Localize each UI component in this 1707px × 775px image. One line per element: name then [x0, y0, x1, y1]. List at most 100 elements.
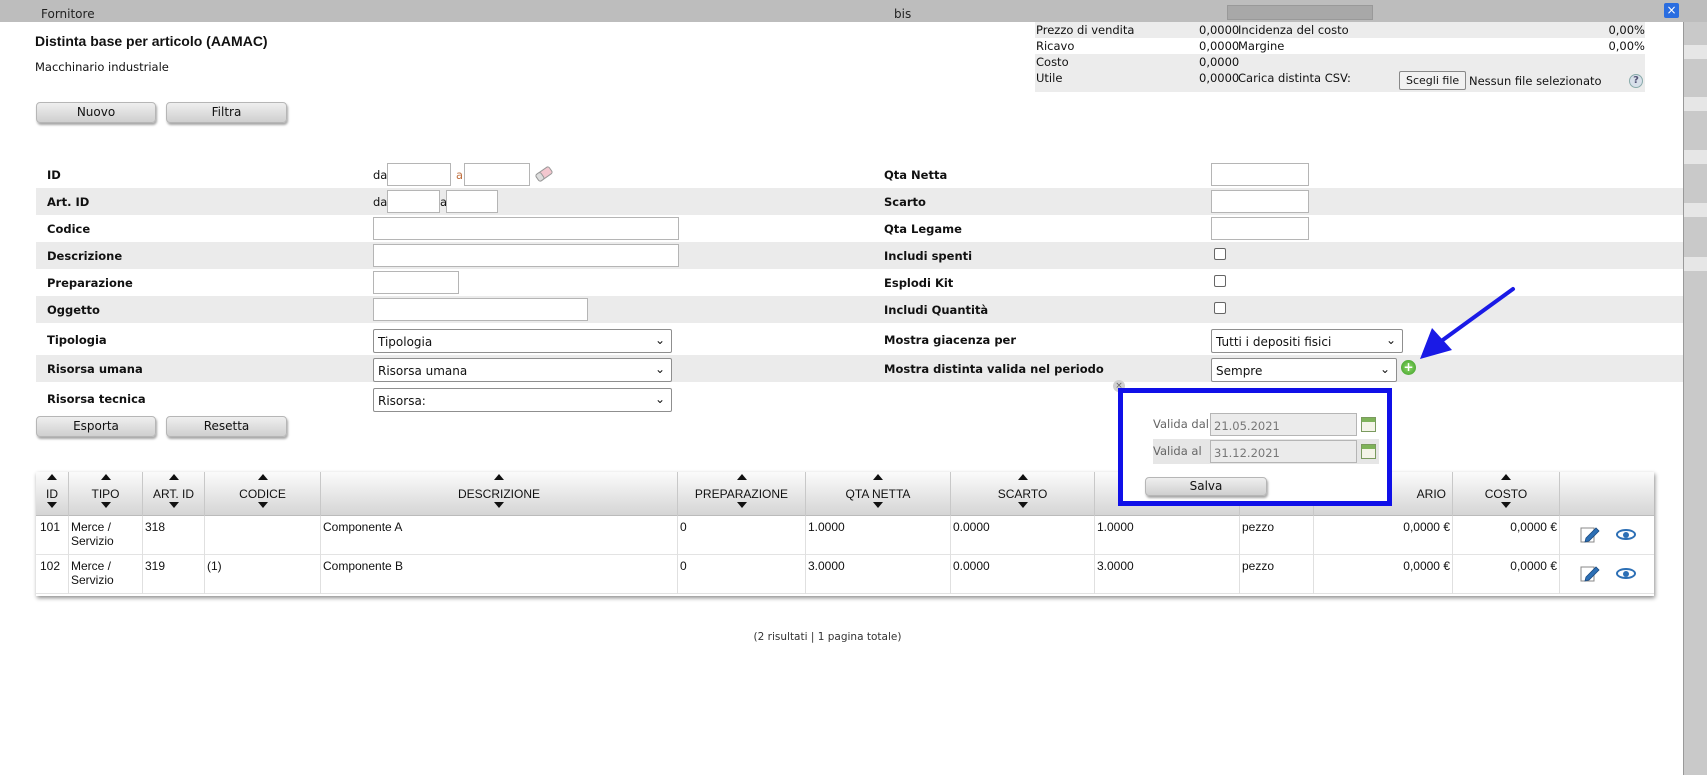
- chevron-down-icon: ⌄: [1379, 362, 1390, 376]
- utile-value: 0,0000: [1199, 71, 1240, 85]
- validity-period-popup: Valida dal 21.05.2021 Valida al 31.12.20…: [1118, 388, 1392, 506]
- table-row[interactable]: 101 Merce / Servizio 318 Componente A 0 1…: [36, 516, 1654, 555]
- incidenza-label: Incidenza del costo: [1238, 23, 1349, 37]
- mostra-distinta-label: Mostra distinta valida nel periodo: [884, 362, 1104, 376]
- background-stripe: [1682, 45, 1707, 59]
- includi-quantita-label: Includi Quantità: [884, 303, 989, 317]
- cell-qta-netta: 1.0000: [806, 516, 951, 555]
- filter-row-id: ID da a Qta Netta: [36, 161, 1683, 188]
- preparazione-filter-label: Preparazione: [47, 276, 133, 290]
- view-icon[interactable]: [1616, 529, 1636, 540]
- mostra-giacenza-label: Mostra giacenza per: [884, 333, 1017, 347]
- view-icon[interactable]: [1616, 568, 1636, 579]
- risorsa-tecnica-select[interactable]: Risorsa: ⌄: [373, 388, 672, 412]
- mostra-giacenza-select[interactable]: Tutti i depositi fisici ⌄: [1211, 329, 1403, 353]
- chevron-down-icon: ⌄: [1385, 333, 1396, 347]
- new-button[interactable]: Nuovo: [36, 102, 156, 123]
- column-header-tipo[interactable]: TIPO: [69, 472, 143, 516]
- edit-icon[interactable]: [1580, 564, 1600, 582]
- page-subtitle: Macchinario industriale: [35, 60, 169, 74]
- column-header-artid[interactable]: ART. ID: [143, 472, 205, 516]
- table-header: ID TIPO ART. ID CODICE DESCRIZIONE PREPA…: [36, 472, 1654, 516]
- choose-file-button[interactable]: Scegli file: [1399, 71, 1467, 90]
- close-icon[interactable]: ×: [1664, 3, 1679, 18]
- table-row[interactable]: 102 Merce / Servizio 319 (1) Componente B…: [36, 555, 1654, 594]
- id-from-input[interactable]: [387, 163, 451, 186]
- save-button[interactable]: Salva: [1145, 477, 1267, 496]
- column-header-preparazione[interactable]: PREPARAZIONE: [678, 472, 806, 516]
- id-to-input[interactable]: [464, 163, 530, 186]
- export-button[interactable]: Esporta: [36, 416, 156, 437]
- help-icon[interactable]: ?: [1629, 74, 1643, 88]
- tipologia-select-value: Tipologia: [378, 335, 433, 349]
- filter-row-artid: Art. ID da a Scarto: [36, 188, 1683, 215]
- chevron-down-icon: ⌄: [654, 392, 665, 406]
- cell-codice: [205, 516, 321, 555]
- valida-dal-input[interactable]: 21.05.2021: [1210, 413, 1357, 436]
- prezzo-label: Prezzo di vendita: [1036, 23, 1135, 37]
- costo-label: Costo: [1036, 55, 1069, 69]
- margine-label: Margine: [1238, 39, 1285, 53]
- incidenza-value: 0,00%: [1608, 23, 1645, 37]
- valida-al-input[interactable]: 31.12.2021: [1210, 440, 1357, 463]
- scarto-input[interactable]: [1211, 190, 1309, 213]
- artid-from-input[interactable]: [387, 190, 440, 213]
- column-header-scarto[interactable]: SCARTO: [951, 472, 1095, 516]
- cell-costo: 0,0000 €: [1453, 555, 1560, 594]
- filter-row-codice: Codice Qta Legame: [36, 215, 1683, 242]
- a-label: a: [456, 168, 464, 182]
- risorsa-umana-select[interactable]: Risorsa umana ⌄: [373, 358, 672, 382]
- cell-descrizione: Componente A: [321, 516, 678, 555]
- esplodi-kit-checkbox[interactable]: [1214, 275, 1226, 287]
- cell-preparazione: 0: [678, 516, 806, 555]
- codice-filter-label: Codice: [47, 222, 91, 236]
- column-header-descrizione[interactable]: DESCRIZIONE: [321, 472, 678, 516]
- cell-artid: 318: [143, 516, 205, 555]
- cell-scarto: 0.0000: [951, 555, 1095, 594]
- includi-spenti-label: Includi spenti: [884, 249, 973, 263]
- artid-to-input[interactable]: [446, 190, 498, 213]
- descrizione-input[interactable]: [373, 244, 679, 267]
- reset-button[interactable]: Resetta: [166, 416, 287, 437]
- cell-tipo: Merce / Servizio: [69, 516, 143, 555]
- annotation-arrow-icon: [1420, 287, 1515, 359]
- ricavo-label: Ricavo: [1036, 39, 1075, 53]
- page-title: Distinta base per articolo (AAMAC): [35, 33, 268, 49]
- valida-al-row: Valida al 31.12.2021: [1153, 439, 1379, 464]
- da-label: da: [373, 195, 388, 209]
- csv-label: Carica distinta CSV:: [1238, 71, 1351, 85]
- valida-dal-label: Valida dal: [1153, 417, 1209, 431]
- column-header-costo[interactable]: COSTO: [1453, 472, 1560, 516]
- cell-costo: 0,0000 €: [1453, 516, 1560, 555]
- cell-qta-legame: 3.0000: [1095, 555, 1240, 594]
- oggetto-input[interactable]: [373, 298, 588, 321]
- column-header-codice[interactable]: CODICE: [205, 472, 321, 516]
- edit-icon[interactable]: [1580, 525, 1600, 543]
- mostra-distinta-select[interactable]: Sempre ⌄: [1211, 358, 1397, 382]
- calendar-icon[interactable]: [1361, 417, 1376, 432]
- pagination-summary: (2 risultati | 1 pagina totale): [753, 631, 902, 643]
- qta-netta-input[interactable]: [1211, 163, 1309, 186]
- preparazione-input[interactable]: [373, 271, 459, 294]
- includi-spenti-checkbox[interactable]: [1214, 248, 1226, 260]
- cell-descrizione: Componente B: [321, 555, 678, 594]
- costo-value: 0,0000: [1199, 55, 1240, 69]
- tipologia-select[interactable]: Tipologia ⌄: [373, 329, 672, 353]
- column-header-qta-netta[interactable]: QTA NETTA: [806, 472, 951, 516]
- fornitore-label: Fornitore: [41, 7, 95, 21]
- cell-preparazione: 0: [678, 555, 806, 594]
- summary-panel: Prezzo di vendita 0,0000 Incidenza del c…: [1035, 22, 1645, 93]
- includi-quantita-checkbox[interactable]: [1214, 302, 1226, 314]
- calendar-icon[interactable]: [1361, 444, 1376, 459]
- filter-button[interactable]: Filtra: [166, 102, 287, 123]
- qta-legame-input[interactable]: [1211, 217, 1309, 240]
- summary-row-costo: Costo 0,0000: [1035, 54, 1645, 70]
- cell-um: pezzo: [1240, 555, 1314, 594]
- background-input: [1227, 5, 1373, 20]
- eraser-icon[interactable]: [534, 165, 554, 183]
- column-header-id[interactable]: ID: [36, 472, 69, 516]
- risorsa-tecnica-value: Risorsa:: [378, 394, 426, 408]
- codice-input[interactable]: [373, 217, 679, 240]
- cell-prezzo: 0,0000 €: [1314, 516, 1453, 555]
- valida-al-label: Valida al: [1153, 444, 1202, 458]
